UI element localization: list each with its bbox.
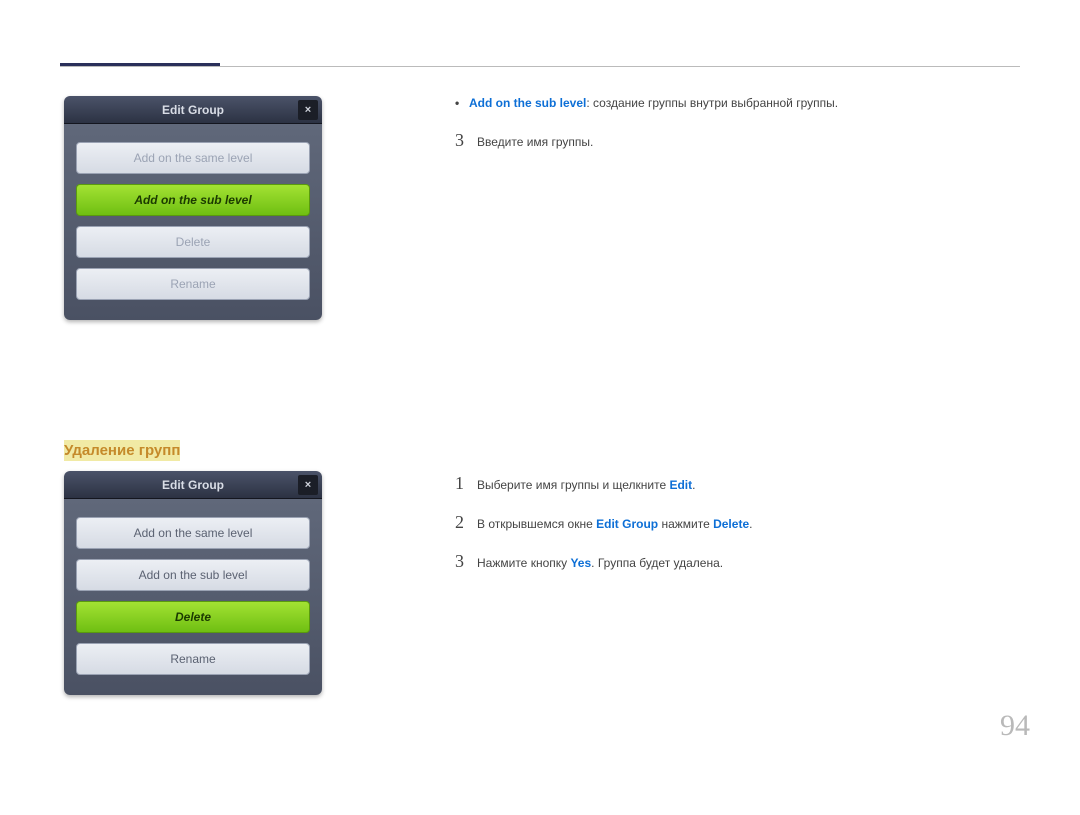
section-title: Удаление групп [64,440,180,461]
step-number: 3 [455,130,477,151]
delete-groups-section: Удаление групп Edit Group × Add on the s… [64,440,334,695]
delete-button[interactable]: Delete [76,601,310,633]
edit-group-dialog-2: Edit Group × Add on the same level Add o… [64,471,322,695]
text: . [749,517,752,531]
step-body: Выберите имя группы и щелкните Edit. [477,478,695,492]
dialog-body: Add on the same level Add on the sub lev… [64,499,322,695]
keyword-yes: Yes [570,556,591,570]
right-column: • Add on the sub level: создание группы … [455,96,1020,590]
dialog-titlebar: Edit Group × [64,471,322,499]
left-column: Edit Group × Add on the same level Add o… [64,96,334,815]
add-same-level-button[interactable]: Add on the same level [76,142,310,174]
step-body: Введите имя группы. [477,135,593,149]
keyword-delete: Delete [713,517,749,531]
bullet-item: • Add on the sub level: создание группы … [455,96,1020,110]
close-icon[interactable]: × [298,475,318,495]
dialog-title: Edit Group [162,478,224,492]
rename-button[interactable]: Rename [76,643,310,675]
page-number: 94 [1000,709,1030,743]
text: нажмите [658,517,713,531]
step-body: В открывшемся окне Edit Group нажмите De… [477,517,752,531]
delete-step-1: 1 Выберите имя группы и щелкните Edit. [455,473,1020,494]
step-body: Нажмите кнопку Yes. Группа будет удалена… [477,556,723,570]
step-number: 2 [455,512,477,533]
text: . Группа будет удалена. [591,556,723,570]
text: Выберите имя группы и щелкните [477,478,669,492]
add-sub-level-button[interactable]: Add on the sub level [76,559,310,591]
step-number: 1 [455,473,477,494]
delete-step-2: 2 В открывшемся окне Edit Group нажмите … [455,512,1020,533]
step-number: 3 [455,551,477,572]
dialog-body: Add on the same level Add on the sub lev… [64,124,322,320]
text: Нажмите кнопку [477,556,570,570]
text: В открывшемся окне [477,517,596,531]
close-icon[interactable]: × [298,100,318,120]
delete-step-3: 3 Нажмите кнопку Yes. Группа будет удале… [455,551,1020,572]
delete-button[interactable]: Delete [76,226,310,258]
keyword-edit-group: Edit Group [596,517,658,531]
header-rule [60,66,1020,67]
keyword-edit: Edit [669,478,692,492]
bullet-text: Add on the sub level: создание группы вн… [469,96,838,110]
add-sub-level-button[interactable]: Add on the sub level [76,184,310,216]
add-same-level-button[interactable]: Add on the same level [76,517,310,549]
bullet-body: : создание группы внутри выбранной групп… [586,96,838,110]
delete-steps: 1 Выберите имя группы и щелкните Edit. 2… [455,473,1020,572]
dialog-title: Edit Group [162,103,224,117]
text: . [692,478,695,492]
bullet-dot: • [455,96,469,110]
step-3: 3 Введите имя группы. [455,130,1020,151]
bullet-keyword: Add on the sub level [469,96,586,110]
rename-button[interactable]: Rename [76,268,310,300]
edit-group-dialog-1: Edit Group × Add on the same level Add o… [64,96,322,320]
dialog-titlebar: Edit Group × [64,96,322,124]
